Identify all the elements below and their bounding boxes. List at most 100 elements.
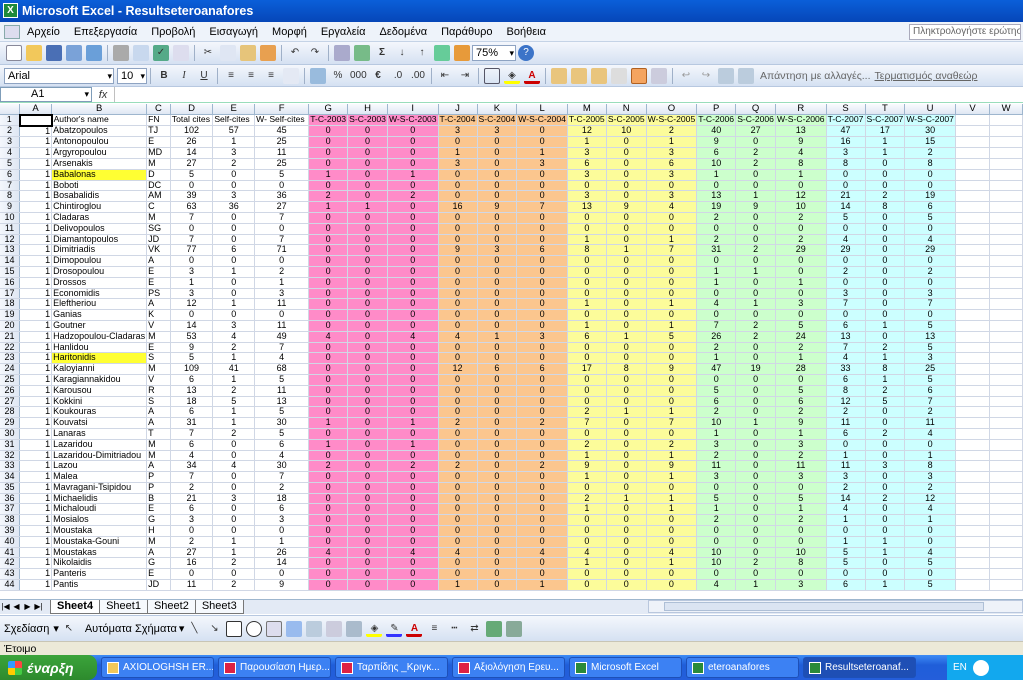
value-cell[interactable]: 26 (170, 136, 214, 149)
value-cell[interactable]: 0 (516, 352, 568, 365)
value-cell[interactable]: 1 (19, 158, 53, 170)
value-cell[interactable]: 17 (865, 125, 906, 138)
value-cell[interactable]: 0 (387, 342, 439, 354)
value-cell[interactable]: 0 (516, 471, 568, 483)
value-cell[interactable]: 0 (477, 514, 518, 527)
value-cell[interactable]: 0 (438, 212, 478, 224)
value-cell[interactable]: 0 (567, 536, 607, 548)
value-cell[interactable]: 8 (826, 158, 866, 170)
value-cell[interactable]: 1 (696, 503, 737, 516)
row-header[interactable]: 29 (0, 417, 21, 429)
column-header-c[interactable]: C (146, 104, 171, 116)
value-cell[interactable]: 1 (254, 277, 310, 289)
value-cell[interactable]: 0 (735, 212, 776, 224)
value-cell[interactable]: 5 (254, 374, 310, 386)
value-cell[interactable]: 6 (826, 320, 866, 332)
value-cell[interactable]: 0 (567, 255, 607, 267)
value-cell[interactable]: 0 (865, 439, 906, 451)
value-cell[interactable]: 63 (170, 201, 214, 213)
initials-cell[interactable]: JD (146, 234, 171, 246)
value-cell[interactable]: 0 (387, 374, 439, 386)
value-cell[interactable]: 0 (308, 298, 349, 311)
author-name-cell[interactable]: Drossos (51, 277, 148, 289)
value-cell[interactable]: 0 (347, 428, 388, 440)
value-cell[interactable]: 0 (212, 288, 256, 300)
value-cell[interactable]: 0 (212, 180, 256, 192)
value-cell[interactable]: 0 (308, 255, 349, 267)
value-cell[interactable]: 0 (567, 266, 607, 278)
value-cell[interactable]: 0 (308, 557, 349, 570)
value-cell[interactable]: 33 (826, 363, 866, 375)
value-cell[interactable]: 30 (254, 460, 310, 473)
value-cell[interactable]: 1 (567, 298, 607, 311)
value-cell[interactable]: 4 (438, 547, 478, 559)
value-cell[interactable]: 0 (606, 439, 647, 451)
value-cell[interactable]: 2 (775, 450, 827, 462)
value-cell[interactable]: 6 (170, 503, 214, 516)
value-cell[interactable]: 3 (477, 125, 518, 138)
value-cell[interactable]: 1 (865, 374, 906, 386)
header-cell[interactable] (18, 113, 53, 127)
zoom-select[interactable]: 75% (472, 45, 516, 61)
value-cell[interactable]: 1 (19, 298, 53, 311)
value-cell[interactable]: 0 (347, 514, 388, 527)
value-cell[interactable]: 5 (826, 212, 866, 224)
row-header[interactable]: 17 (0, 288, 21, 300)
value-cell[interactable]: 2 (696, 234, 737, 246)
value-cell[interactable]: 12 (438, 363, 478, 375)
value-cell[interactable]: 1 (606, 493, 647, 505)
value-cell[interactable]: 0 (775, 482, 827, 494)
value-cell[interactable]: 6 (646, 158, 698, 170)
value-cell[interactable]: 1 (19, 352, 53, 365)
value-cell[interactable]: 0 (606, 385, 647, 397)
value-cell[interactable]: 3 (516, 331, 568, 343)
initials-cell[interactable]: P (146, 471, 171, 483)
column-header-s[interactable]: S (826, 104, 866, 116)
value-cell[interactable]: 10 (696, 158, 737, 170)
value-cell[interactable]: 0 (477, 342, 518, 354)
initials-cell[interactable]: A (146, 255, 171, 267)
initials-cell[interactable]: AM (146, 190, 171, 203)
value-cell[interactable]: 28 (775, 363, 827, 375)
task-axiologhsh[interactable]: AXIOLOGHSH ER... (101, 657, 214, 678)
value-cell[interactable]: 0 (606, 288, 647, 300)
value-cell[interactable]: 1 (19, 244, 53, 257)
value-cell[interactable]: 0 (347, 309, 388, 321)
document-icon[interactable] (4, 24, 20, 39)
value-cell[interactable]: 4 (170, 450, 214, 462)
value-cell[interactable]: 11 (170, 579, 214, 591)
value-cell[interactable]: 0 (387, 255, 439, 267)
value-cell[interactable]: 5 (904, 342, 956, 354)
value-cell[interactable]: 2 (735, 158, 776, 170)
value-cell[interactable]: 0 (347, 579, 388, 591)
sort-descending-icon[interactable]: ↑ (414, 45, 430, 61)
empty-cell[interactable] (989, 352, 1023, 365)
value-cell[interactable]: 4 (438, 331, 478, 343)
value-cell[interactable]: 0 (308, 482, 349, 494)
menu-insert[interactable]: Εισαγωγή (202, 26, 265, 38)
value-cell[interactable]: 0 (775, 525, 827, 537)
value-cell[interactable]: 0 (477, 547, 518, 559)
initials-cell[interactable]: E (146, 568, 171, 581)
value-cell[interactable]: 0 (308, 266, 349, 278)
value-cell[interactable]: 1 (477, 331, 518, 343)
empty-cell[interactable] (955, 396, 991, 408)
value-cell[interactable]: 1 (19, 503, 53, 516)
author-name-cell[interactable]: Kouvatsi (51, 417, 148, 429)
value-cell[interactable]: 0 (696, 525, 737, 537)
autoshapes-arrow-icon[interactable]: ▾ (179, 622, 185, 635)
open-icon[interactable] (26, 45, 42, 61)
value-cell[interactable]: 1 (735, 190, 776, 203)
value-cell[interactable]: 0 (438, 342, 478, 354)
value-cell[interactable]: 8 (904, 158, 956, 170)
value-cell[interactable]: 0 (606, 503, 647, 516)
value-cell[interactable]: 6 (170, 439, 214, 451)
value-cell[interactable]: 0 (438, 255, 478, 267)
row-header[interactable]: 27 (0, 396, 21, 408)
value-cell[interactable]: 10 (696, 557, 737, 570)
value-cell[interactable]: 1 (19, 125, 53, 138)
empty-cell[interactable] (989, 428, 1023, 440)
value-cell[interactable]: 6 (567, 158, 607, 170)
shape-fill-icon[interactable]: ◈ (366, 621, 383, 637)
value-cell[interactable]: 1 (646, 298, 698, 311)
